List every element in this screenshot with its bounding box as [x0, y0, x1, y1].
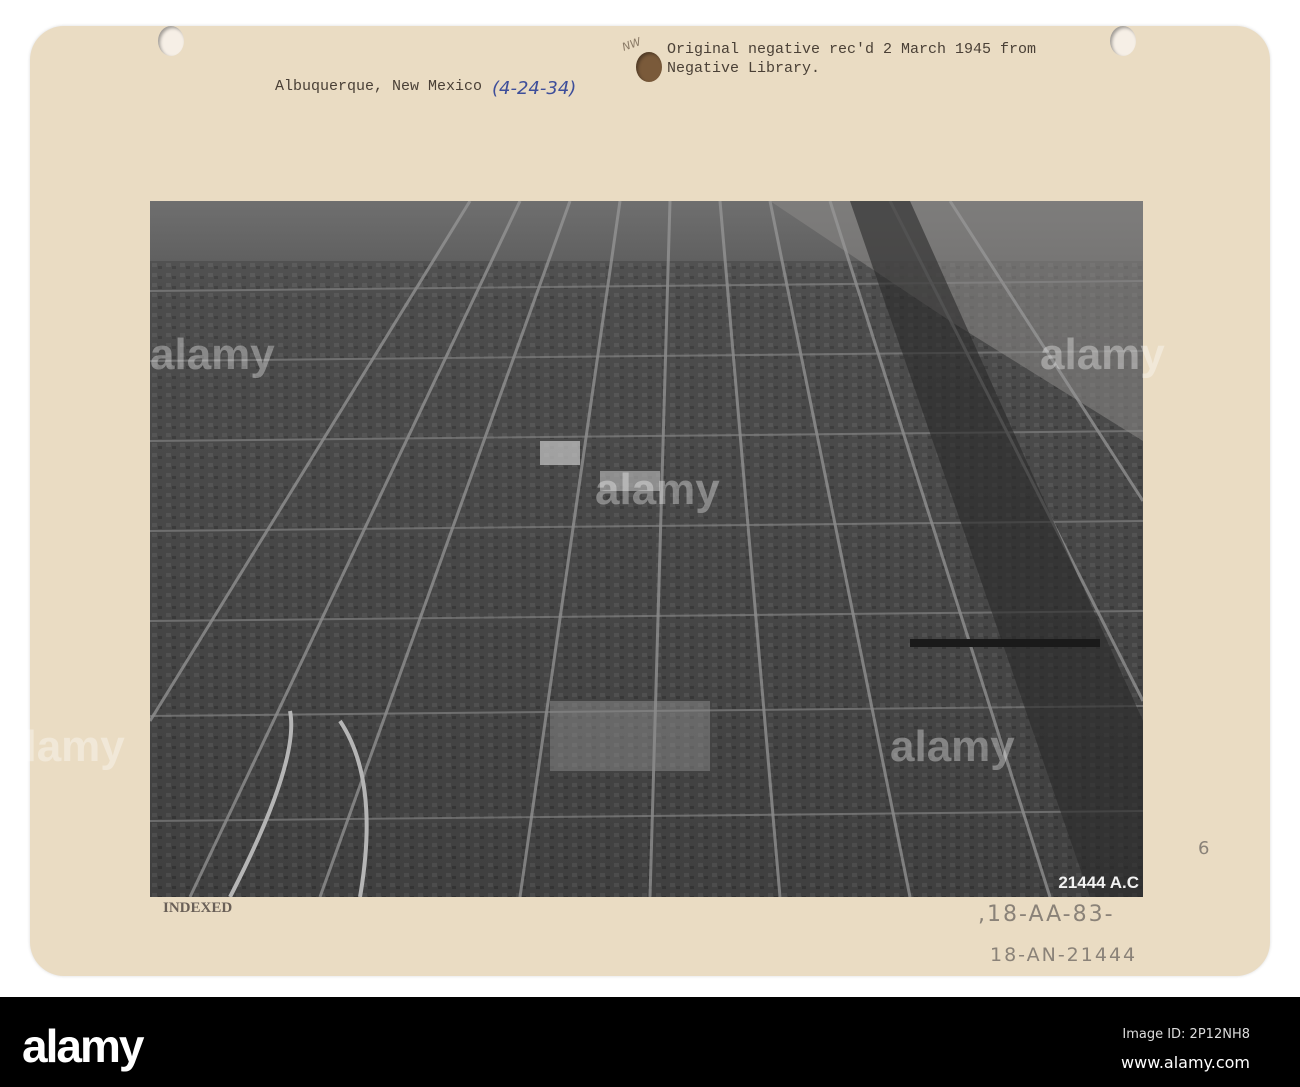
watermark: alamy	[150, 330, 275, 379]
site-url[interactable]: www.alamy.com	[1121, 1053, 1250, 1072]
aerial-city-grid	[150, 201, 1143, 897]
indexed-stamp: INDEXED	[163, 900, 233, 916]
handwritten-date: (4-24-34)	[492, 78, 577, 99]
watermark: alamy	[890, 722, 1015, 771]
footer-bar: alamy Image ID: 2P12NH8 www.alamy.com	[0, 997, 1300, 1087]
watermark: alamy	[1040, 330, 1165, 379]
punch-hole	[636, 52, 662, 82]
watermark: alamy	[0, 722, 125, 771]
pencil-reference-1: ,18-AA-83-	[978, 902, 1115, 927]
pencil-mark: 6	[1198, 838, 1212, 859]
photo-number: 21444 A.C	[1058, 873, 1139, 892]
punch-hole	[1110, 26, 1136, 56]
pencil-reference-2: 18-AN-21444	[990, 944, 1138, 966]
location-caption: Albuquerque, New Mexico	[275, 78, 483, 95]
alamy-logo: alamy	[22, 1020, 144, 1072]
handwritten-initials: NW	[620, 35, 643, 54]
image-id: Image ID: 2P12NH8	[1122, 1027, 1250, 1042]
note-line-1: Original negative rec'd 2 March 1945 fro…	[667, 41, 1037, 58]
punch-hole	[158, 26, 184, 56]
watermark: alamy	[595, 465, 720, 514]
note-line-2: Negative Library.	[667, 60, 821, 77]
aerial-photograph: 21444 A.C	[150, 201, 1143, 897]
